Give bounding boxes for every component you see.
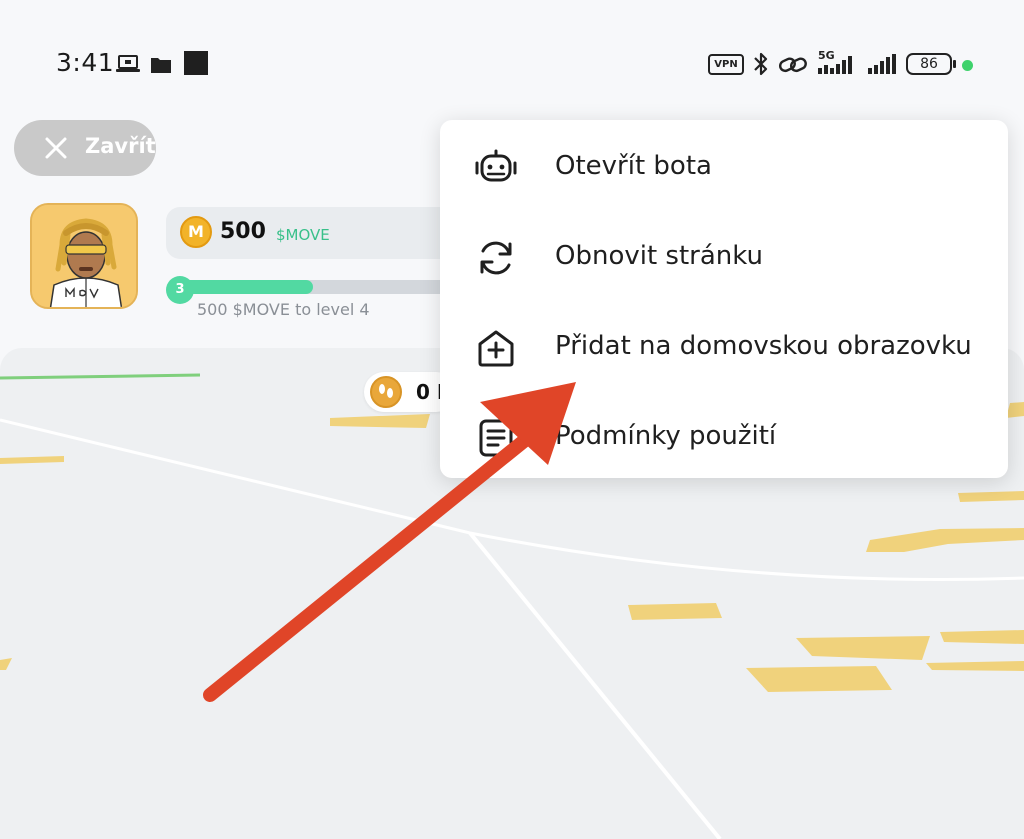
menu-item-terms[interactable]: Podmínky použití — [440, 392, 1008, 482]
refresh-icon — [480, 241, 512, 275]
menu-item-open-bot[interactable]: Otevřít bota — [440, 122, 1008, 212]
menu-item-label: Obnovit stránku — [555, 241, 763, 271]
status-bar: 3:41 VPN 5G 86 — [0, 0, 1024, 120]
avatar-illustration — [32, 205, 136, 307]
recording-indicator — [962, 60, 973, 71]
robot-icon — [475, 149, 517, 182]
menu-item-refresh[interactable]: Obnovit stránku — [440, 212, 1008, 302]
laptop-icon — [116, 55, 140, 72]
vpn-icon: VPN — [708, 54, 744, 75]
footsteps-icon — [370, 376, 402, 408]
add-home-icon — [478, 330, 514, 367]
link-icon — [778, 57, 807, 73]
document-icon — [479, 419, 513, 457]
close-icon — [45, 137, 67, 159]
bluetooth-icon — [754, 52, 768, 76]
square-icon — [184, 51, 208, 75]
move-coin-icon: M — [180, 216, 212, 248]
level-badge: 3 — [166, 276, 194, 304]
menu-item-add-to-home[interactable]: Přidat na domovskou obrazovku — [440, 302, 1008, 392]
battery-icon: 86 — [906, 53, 956, 75]
level-progress-label: 500 $MOVE to level 4 — [197, 300, 370, 319]
menu-item-label: Podmínky použití — [555, 421, 777, 451]
menu-item-label: Otevřít bota — [555, 151, 712, 181]
status-time: 3:41 — [56, 48, 115, 77]
close-button[interactable]: Zavřít — [14, 120, 156, 176]
overflow-menu: Otevřít bota Obnovit stránku Přidat na d… — [440, 120, 1008, 478]
signal-icon-2 — [868, 54, 896, 74]
menu-item-label: Přidat na domovskou obrazovku — [555, 331, 972, 361]
avatar[interactable] — [30, 203, 138, 309]
balance-amount: 500 — [220, 219, 266, 244]
balance-pill[interactable]: M 500 $MOVE — [166, 207, 466, 259]
close-label: Zavřít — [85, 134, 156, 158]
signal-icon — [818, 56, 852, 74]
folder-icon — [151, 58, 171, 73]
balance-currency: $MOVE — [276, 226, 330, 244]
